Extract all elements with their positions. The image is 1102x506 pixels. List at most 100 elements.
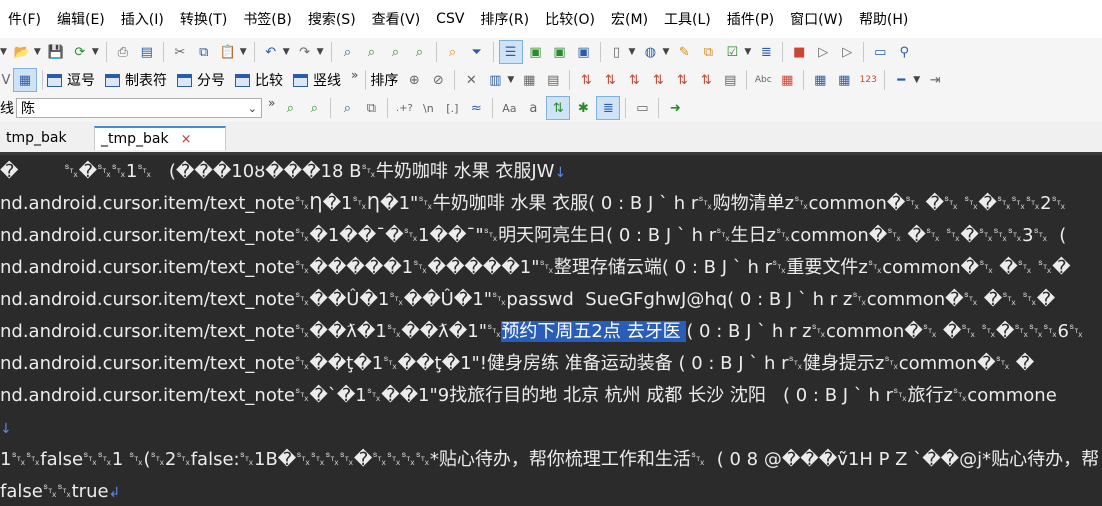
menu-window[interactable]: 窗口(W) [782,9,851,29]
overflow-chevron-icon[interactable]: » [351,68,358,82]
no-icon[interactable]: ⊘ [427,69,449,91]
delimiter-semicolon[interactable]: 分号 [177,70,225,90]
column-mode-icon[interactable]: ▣ [549,41,571,63]
print-preview-icon[interactable]: ▤ [136,41,158,63]
list-icon[interactable]: ≣ [755,41,777,63]
format-icon[interactable]: ▦ [776,69,798,91]
compare-button[interactable]: 比较 [235,70,283,90]
line-numbers-icon[interactable]: ▣ [573,41,595,63]
keyboard-icon[interactable]: ▭ [631,97,653,119]
find-icon[interactable]: ⌕ [336,97,358,119]
find-in-files-icon[interactable]: ⌕ [442,41,464,63]
cut-icon[interactable]: ✂ [169,41,191,63]
fuzzy-icon[interactable]: ≈ [465,97,487,119]
chevron-down-icon[interactable]: ▼ [317,47,324,57]
whole-word-icon[interactable]: a [522,97,544,119]
document-icon[interactable]: ▯ [606,41,628,63]
find-next-icon[interactable]: ⌕ [361,41,383,63]
paste-icon[interactable]: 📋 [217,41,239,63]
menu-compare[interactable]: 比较(O) [537,9,603,29]
menu-bookmark[interactable]: 书签(B) [235,9,300,29]
delimiter-comma[interactable]: 逗号 [47,70,95,90]
find-prev-icon[interactable]: ⌕ [303,97,325,119]
chevron-down-icon[interactable]: ▼ [744,47,751,57]
checklist-icon[interactable]: ☑ [721,41,743,63]
menu-edit[interactable]: 编辑(E) [49,9,113,29]
add-icon[interactable]: ⊕ [403,69,425,91]
menu-tools[interactable]: 工具(L) [656,9,719,29]
find-icon[interactable]: ⌕ [337,41,359,63]
print-icon[interactable]: ⎙ [112,41,134,63]
find-prev-icon[interactable]: ⌕ [385,41,407,63]
globe-icon[interactable]: ◍ [639,41,661,63]
menu-insert[interactable]: 插入(I) [113,9,172,29]
copy-results-icon[interactable]: ⧉ [360,97,382,119]
replace-icon[interactable]: ⌕ [409,41,431,63]
text-editor[interactable]: � ␂�␂␂1␂ (���10ȣ���18 B␂牛奶咖啡 水果 衣服JW↓ nd… [0,155,1102,506]
filter-icon[interactable]: ⏷ [466,41,488,63]
dedupe-icon[interactable]: ▤ [719,69,741,91]
menu-search[interactable]: 搜索(S) [300,9,364,29]
menu-help[interactable]: 帮助(H) [851,9,916,29]
redo-icon[interactable]: ↷ [294,41,316,63]
find-next-icon[interactable]: ⌕ [279,97,301,119]
link-icon[interactable]: ⚲ [893,41,915,63]
menu-csv[interactable]: CSV [428,11,472,27]
delimiter-pipe[interactable]: 竖线 [293,70,341,90]
chevron-down-icon[interactable]: ▼ [913,75,920,85]
sort-len-icon[interactable]: ⇅ [671,69,693,91]
list-results-icon[interactable]: ≣ [596,96,621,120]
hex-mode-icon[interactable]: ▣ [525,41,547,63]
chevron-down-icon[interactable]: ▼ [507,75,514,85]
match-case-toggle[interactable]: Aa [498,97,520,119]
sort-asc-icon[interactable]: ⇅ [575,69,597,91]
number-icon[interactable]: 123 [857,69,879,91]
menu-sort[interactable]: 排序(R) [472,9,537,29]
word-wrap-icon[interactable]: ☰ [498,40,523,64]
tab-tmp-bak-active[interactable]: _tmp_bak × [94,126,226,150]
chevron-down-icon[interactable]: ▼ [629,47,636,57]
sort-num-asc-icon[interactable]: ⇅ [623,69,645,91]
delimiter-tab[interactable]: 制表符 [105,70,167,90]
copy-icon[interactable]: ⧉ [193,41,215,63]
close-icon[interactable]: × [181,132,192,147]
sort-num-desc-icon[interactable]: ⇅ [647,69,669,91]
abc-icon[interactable]: Abc [752,69,774,91]
bracket-toggle[interactable]: [.] [441,97,463,119]
tab-tmp-bak[interactable]: tmp_bak [0,126,98,150]
regex-toggle[interactable]: .+? [393,97,415,119]
copy-file-icon[interactable]: ⧉ [697,41,719,63]
save-all-icon[interactable]: ⟳ [69,41,91,63]
sort-desc-icon[interactable]: ⇅ [599,69,621,91]
play-macro-icon[interactable]: ▷ [812,41,834,63]
chevron-down-icon[interactable]: ▼ [662,47,669,57]
sort-button[interactable]: 排序 [370,70,398,90]
table-edit-icon[interactable]: ▦ [833,69,855,91]
edit-icon[interactable]: ✎ [673,41,695,63]
ruler-icon[interactable]: ━ [890,69,912,91]
macro-repeat-icon[interactable]: ▷ [836,41,858,63]
newline-toggle[interactable]: \n [417,97,439,119]
menu-file[interactable]: 件(F) [0,9,49,29]
tools-icon[interactable]: ✕ [460,69,482,91]
chevron-down-icon[interactable]: ▼ [34,47,41,57]
menu-macro[interactable]: 宏(M) [603,9,656,29]
chevron-down-icon[interactable]: ▼ [92,47,99,57]
wrap-around-icon[interactable]: ⇅ [546,96,571,120]
csv-mode-icon[interactable]: ▦ [13,68,37,92]
highlight-icon[interactable]: ✱ [572,97,594,119]
align-icon[interactable]: ⇥ [924,69,946,91]
window-icon[interactable]: ▭ [869,41,891,63]
menu-convert[interactable]: 转换(T) [172,9,235,29]
table-view-icon[interactable]: ▦ [809,69,831,91]
search-input[interactable]: 陈 ⌄ [16,98,262,118]
sheet-icon[interactable]: ▤ [542,69,564,91]
open-folder-icon[interactable]: 📂 [11,41,33,63]
overflow-chevron-icon[interactable]: » [268,96,275,110]
menu-view[interactable]: 查看(V) [364,9,429,29]
chevron-down-icon[interactable]: ▼ [0,47,7,57]
save-icon[interactable]: 💾 [45,41,67,63]
grid-icon[interactable]: ▦ [518,69,540,91]
undo-icon[interactable]: ↶ [260,41,282,63]
chevron-down-icon[interactable]: ⌄ [248,102,257,115]
